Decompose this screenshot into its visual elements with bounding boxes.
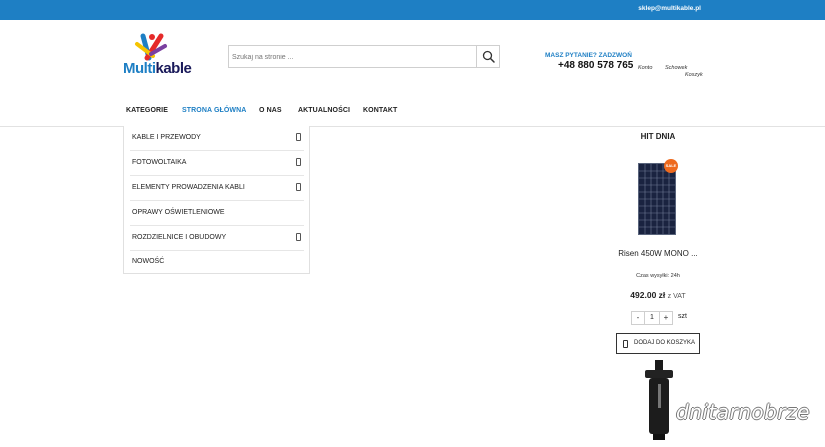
site-logo[interactable]: Multikable: [123, 32, 203, 80]
contact-email-link[interactable]: sklep@multikable.pl: [638, 5, 701, 12]
sale-badge: SALE: [664, 159, 678, 173]
category-item-lighting[interactable]: OPRAWY OŚWIETLENIOWE: [130, 201, 304, 226]
submenu-icon: [296, 158, 301, 166]
product-price: 492.00 zł z VAT: [600, 290, 716, 300]
add-to-cart-label: DODAJ DO KOSZYKA: [634, 340, 696, 346]
quantity-increase-button[interactable]: +: [659, 311, 673, 325]
search-bar: [228, 45, 500, 68]
add-to-cart-button[interactable]: DODAJ DO KOSZYKA: [616, 333, 700, 354]
category-label: FOTOWOLTAIKA: [132, 159, 187, 166]
quantity-unit: szt: [678, 313, 687, 320]
nav-news[interactable]: AKTUALNOŚCI: [298, 107, 350, 114]
deal-of-the-day-title: HIT DNIA: [640, 132, 676, 141]
nav-categories[interactable]: KATEGORIE: [126, 107, 168, 114]
shipping-time: Czas wysyłki: 24h: [636, 273, 680, 279]
logo-text-multi: Multi: [123, 60, 156, 77]
nav-about[interactable]: O NAS: [259, 107, 282, 114]
cart-icon: [623, 340, 628, 348]
submenu-icon: [296, 233, 301, 241]
logo-mark-icon: [135, 33, 167, 61]
logo-text-kable: kable: [155, 60, 192, 77]
category-label: KABLE I PRZEWODY: [132, 134, 201, 141]
category-label: ROZDZIELNICE I OBUDOWY: [132, 234, 227, 241]
category-label: ELEMENTY PROWADZENIA KABLI: [132, 184, 245, 191]
watermark-text: dnitarnobrze: [676, 400, 810, 424]
quantity-input[interactable]: 1: [645, 311, 659, 325]
category-item-photovoltaics[interactable]: FOTOWOLTAIKA: [130, 151, 304, 176]
price-vat-note: z VAT: [667, 293, 686, 300]
call-prompt: MASZ PYTANIE? ZADZWOŃ: [545, 52, 632, 59]
product-image-inverter[interactable]: [643, 360, 675, 440]
category-label: NOWOŚĆ: [132, 258, 165, 265]
category-item-switchgear[interactable]: ROZDZIELNICE I OBUDOWY: [130, 226, 304, 251]
category-item-new[interactable]: NOWOŚĆ: [130, 250, 304, 275]
category-label: OPRAWY OŚWIETLENIOWE: [132, 209, 225, 216]
product-image-solar-panel[interactable]: [638, 163, 676, 235]
search-input[interactable]: [232, 50, 472, 64]
logo-wordmark: Multikable: [123, 60, 192, 77]
product-name-link[interactable]: Risen 450W MONO ...: [600, 249, 716, 258]
solar-panel-icon: [639, 164, 675, 234]
nav-contact[interactable]: KONTAKT: [363, 107, 397, 114]
account-link[interactable]: Konto: [638, 65, 652, 71]
inverter-device-icon: [645, 360, 673, 440]
nav-home[interactable]: STRONA GŁÓWNA: [182, 107, 246, 114]
category-item-cables[interactable]: KABLE I PRZEWODY: [130, 126, 304, 151]
search-button[interactable]: [476, 46, 499, 67]
wishlist-link[interactable]: Schowek: [665, 65, 687, 71]
cart-link[interactable]: Koszyk: [685, 72, 703, 78]
phone-number[interactable]: +48 880 578 765: [558, 60, 633, 71]
price-amount: 492.00 zł: [630, 290, 666, 300]
top-bar: sklep@multikable.pl: [0, 0, 825, 20]
submenu-icon: [296, 183, 301, 191]
quantity-decrease-button[interactable]: -: [631, 311, 645, 325]
search-icon: [482, 50, 495, 63]
submenu-icon: [296, 133, 301, 141]
category-item-cable-routing[interactable]: ELEMENTY PROWADZENIA KABLI: [130, 176, 304, 201]
category-menu: KABLE I PRZEWODY FOTOWOLTAIKA ELEMENTY P…: [123, 126, 310, 274]
